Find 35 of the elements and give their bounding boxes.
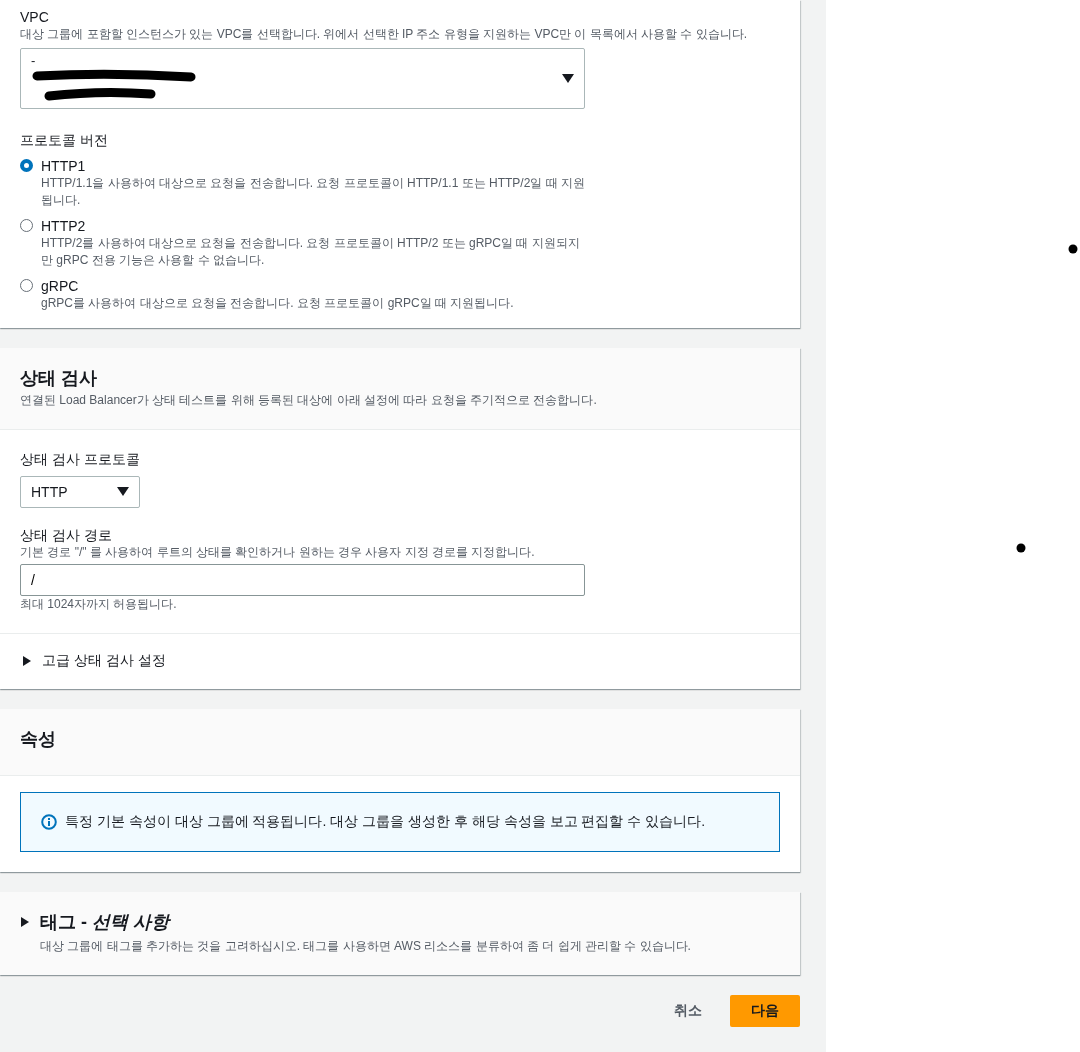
expander-label[interactable]: 고급 상태 검사 설정 [42, 652, 166, 670]
caret-right-icon[interactable] [22, 656, 32, 666]
radio-label: HTTP2 [41, 217, 87, 235]
option-description: HTTP/2를 사용하여 대상으로 요청을 전송합니다. 요청 프로토콜이 HTTP/2 또는 gRPC일 때 지원되지만 gRPC 전용 기능은 사용할 수 없습니다. [41, 235, 581, 269]
caret-right-icon[interactable] [20, 917, 30, 927]
panel-title: 속성 [20, 728, 57, 751]
dot-mark [1016, 543, 1026, 553]
radio-label: HTTP1 [41, 157, 87, 175]
caret-down-icon [562, 73, 574, 84]
panel-description: 대상 그룹에 태그를 추가하는 것을 고려하십시오. 태그를 사용하면 AWS 리소스를 분류하여 좀 더 쉽게 관리할 수 있습니다. [39, 938, 692, 955]
path-field[interactable]: / [20, 564, 585, 596]
vpc-select[interactable]: - [20, 48, 585, 109]
radio-label: gRPC [41, 277, 80, 295]
panel-title[interactable]: 태그 - 선택 사항 [40, 910, 169, 934]
option-description: HTTP/1.1을 사용하여 대상으로 요청을 전송합니다. 요청 프로토콜이 HTTP/1.1 또는 HTTP/2일 때 지원됩니다. [41, 175, 586, 209]
field-hint: 최대 1024자까지 허용됩니다. [20, 596, 178, 613]
dot-mark [1068, 244, 1078, 254]
caret-down-icon [117, 487, 129, 497]
field-label: 프로토콜 버전 [20, 131, 109, 149]
field-label: VPC [20, 8, 50, 26]
next-button[interactable]: 다음 [730, 995, 800, 1027]
select-value: HTTP [31, 484, 68, 500]
field-description: 기본 경로 "/" 를 사용하여 루트의 상태를 확인하거나 원하는 경우 사용자 지정 경로를 지정합니다. [20, 544, 536, 561]
panel-description: 연결된 Load Balancer가 상태 테스트를 위해 등록된 대상에 아래 설정에 따라 요청을 주기적으로 전송합니다. [20, 392, 598, 409]
radio-button[interactable] [20, 159, 33, 172]
field-label: 상태 검사 프로토콜 [20, 450, 141, 468]
select-value: - [31, 53, 36, 68]
field-label: 상태 검사 경로 [20, 526, 113, 544]
alert-text: 특정 기본 속성이 대상 그룹에 적용됩니다. 대상 그룹을 생성한 후 해당 속성을 보고 편집할 수 있습니다. [65, 813, 706, 831]
option-description: gRPC를 사용하여 대상으로 요청을 전송합니다. 요청 프로토콜이 gRPC일 때 지원됩니다. [41, 295, 515, 312]
protocol-select[interactable]: HTTP [20, 476, 140, 508]
field-description: 대상 그룹에 포함할 인스턴스가 있는 VPC를 선택합니다. 위에서 선택한 IP 주소 유형을 지원하는 VPC만 이 목록에서 사용할 수 있습니다. [20, 26, 749, 43]
info-icon [41, 814, 57, 830]
cancel-button[interactable]: 취소 [674, 996, 702, 1026]
panel-title: 상태 검사 [20, 367, 98, 390]
